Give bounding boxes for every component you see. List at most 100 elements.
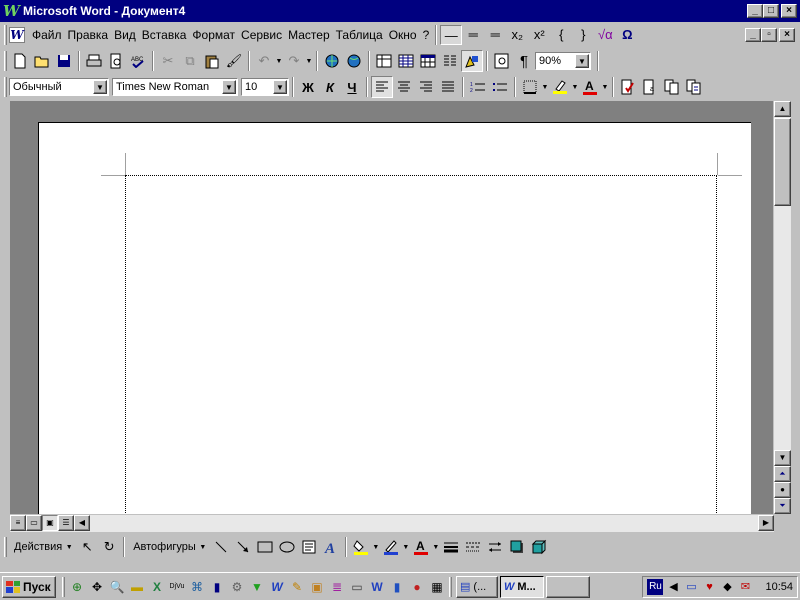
- document-map-icon[interactable]: [491, 50, 513, 72]
- highlight-icon[interactable]: [549, 76, 571, 98]
- draw-font-color-dropdown-icon[interactable]: ▼: [432, 544, 440, 551]
- print-preview-icon[interactable]: [105, 50, 127, 72]
- equation-button-5[interactable]: {: [550, 25, 572, 45]
- speaker-icon[interactable]: ◀: [665, 579, 681, 595]
- language-indicator[interactable]: Ru: [647, 579, 664, 595]
- scroll-left-icon[interactable]: ◀: [74, 515, 90, 531]
- document-page[interactable]: [38, 122, 751, 514]
- word-taskbar-icon[interactable]: W: [267, 577, 287, 597]
- minimize-button[interactable]: _: [747, 4, 763, 18]
- vertical-scrollbar[interactable]: ▲ ▼ ⏶ ● ⏷: [774, 101, 791, 514]
- style-combo[interactable]: Обычный ▼: [9, 78, 109, 96]
- title-bar[interactable]: W Microsoft Word - Документ4 _ □ ×: [0, 0, 800, 22]
- web-toolbar-icon[interactable]: [343, 50, 365, 72]
- menu-help[interactable]: ?: [420, 25, 433, 45]
- align-left-icon[interactable]: [371, 76, 393, 98]
- doc-minimize-button[interactable]: _: [745, 28, 761, 42]
- page-layout-icon[interactable]: ▣: [42, 515, 58, 531]
- line-color-dropdown-icon[interactable]: ▼: [402, 544, 410, 551]
- djvu-icon[interactable]: DjVu: [167, 577, 187, 597]
- excel-icon[interactable]: X: [147, 577, 167, 597]
- font-combo[interactable]: Times New Roman ▼: [112, 78, 238, 96]
- numbered-list-icon[interactable]: 12: [467, 76, 489, 98]
- shadow-icon[interactable]: [506, 536, 528, 558]
- equation-button-0[interactable]: —: [440, 25, 463, 45]
- online-layout-icon[interactable]: ▭: [26, 515, 42, 531]
- image-icon[interactable]: ▣: [307, 577, 327, 597]
- stack-icon[interactable]: ≣: [327, 577, 347, 597]
- scroll-up-icon[interactable]: ▲: [774, 101, 791, 117]
- calc-icon[interactable]: ▦: [427, 577, 447, 597]
- chevron-down-icon[interactable]: ▼: [273, 80, 287, 94]
- equation-button-8[interactable]: Ω: [616, 25, 638, 45]
- pen-icon[interactable]: ✎: [287, 577, 307, 597]
- tools-icon[interactable]: ⚙: [227, 577, 247, 597]
- outline-view-icon[interactable]: ☰: [58, 515, 74, 531]
- next-page-icon[interactable]: ⏷: [774, 498, 791, 514]
- paste-icon[interactable]: [201, 50, 223, 72]
- task-empty[interactable]: [546, 575, 590, 598]
- equation-button-4[interactable]: x²: [528, 25, 550, 45]
- tables-borders-icon[interactable]: [373, 50, 395, 72]
- arrow-style-icon[interactable]: [484, 536, 506, 558]
- save-disk-icon[interactable]: [53, 50, 75, 72]
- equation-button-2[interactable]: ═: [484, 25, 506, 45]
- highlight-dropdown-icon[interactable]: ▼: [571, 84, 579, 91]
- doc-restore-button[interactable]: ▫: [761, 28, 777, 42]
- chevron-down-icon[interactable]: ▼: [575, 54, 589, 68]
- insert-table-icon[interactable]: [395, 50, 417, 72]
- channel-icon[interactable]: ✥: [87, 577, 107, 597]
- binder-icon[interactable]: ▮: [387, 577, 407, 597]
- explorer-icon[interactable]: 🔍: [107, 577, 127, 597]
- align-right-icon[interactable]: [415, 76, 437, 98]
- justify-icon[interactable]: [437, 76, 459, 98]
- autoshapes-menu[interactable]: Автофигуры ▼: [130, 536, 210, 558]
- select-browse-object-icon[interactable]: ●: [774, 482, 791, 498]
- equation-button-6[interactable]: }: [572, 25, 594, 45]
- scroll-right-icon[interactable]: ▶: [758, 515, 774, 531]
- book-icon[interactable]: ▮: [207, 577, 227, 597]
- maximize-button[interactable]: □: [763, 4, 779, 18]
- toolbar-grip[interactable]: [4, 537, 7, 557]
- undo-dropdown-icon[interactable]: ▼: [275, 58, 283, 65]
- task-word[interactable]: W М...: [500, 575, 544, 598]
- antivirus-icon[interactable]: ♥: [701, 579, 717, 595]
- font-color-icon[interactable]: A: [579, 76, 601, 98]
- equation-button-3[interactable]: x₂: [506, 25, 528, 45]
- menu-window[interactable]: Окно: [386, 25, 420, 45]
- equation-button-1[interactable]: ═: [462, 25, 484, 45]
- fill-color-dropdown-icon[interactable]: ▼: [372, 544, 380, 551]
- folder-icon[interactable]: ▬: [127, 577, 147, 597]
- monitor-icon[interactable]: ▭: [347, 577, 367, 597]
- actions-menu[interactable]: Действия ▼: [11, 536, 76, 558]
- new-document-icon[interactable]: [9, 50, 31, 72]
- copy-format-icon[interactable]: [661, 76, 683, 98]
- 3d-icon[interactable]: [528, 536, 550, 558]
- draw-font-color-icon[interactable]: A: [410, 536, 432, 558]
- drawing-icon[interactable]: [461, 50, 483, 72]
- media-icon[interactable]: ●: [407, 577, 427, 597]
- arrow-app-icon[interactable]: ▼: [247, 577, 267, 597]
- line-style-icon[interactable]: [440, 536, 462, 558]
- font-size-combo[interactable]: 10 ▼: [241, 78, 289, 96]
- document-icon[interactable]: W: [9, 27, 25, 43]
- insert-excel-icon[interactable]: [417, 50, 439, 72]
- menu-view[interactable]: Вид: [111, 25, 139, 45]
- scroll-down-icon[interactable]: ▼: [774, 450, 791, 466]
- document-workspace[interactable]: [10, 101, 773, 514]
- select-objects-icon[interactable]: ↖: [76, 536, 98, 558]
- document-w-icon[interactable]: W: [367, 577, 387, 597]
- show-desktop-icon[interactable]: ⊕: [67, 577, 87, 597]
- network-icon[interactable]: ⌘: [187, 577, 207, 597]
- scheduler-icon[interactable]: ◆: [719, 579, 735, 595]
- bold-button[interactable]: Ж: [297, 76, 319, 98]
- rectangle-icon[interactable]: [254, 536, 276, 558]
- fill-color-icon[interactable]: [350, 536, 372, 558]
- font-color-dropdown-icon[interactable]: ▼: [601, 84, 609, 91]
- free-rotate-icon[interactable]: ↻: [98, 536, 120, 558]
- borders-icon[interactable]: [519, 76, 541, 98]
- menu-file[interactable]: Файл: [29, 25, 65, 45]
- redo-icon[interactable]: ↷: [283, 50, 305, 72]
- doc-close-button[interactable]: ×: [779, 28, 795, 42]
- text-area-boundary[interactable]: [125, 175, 717, 514]
